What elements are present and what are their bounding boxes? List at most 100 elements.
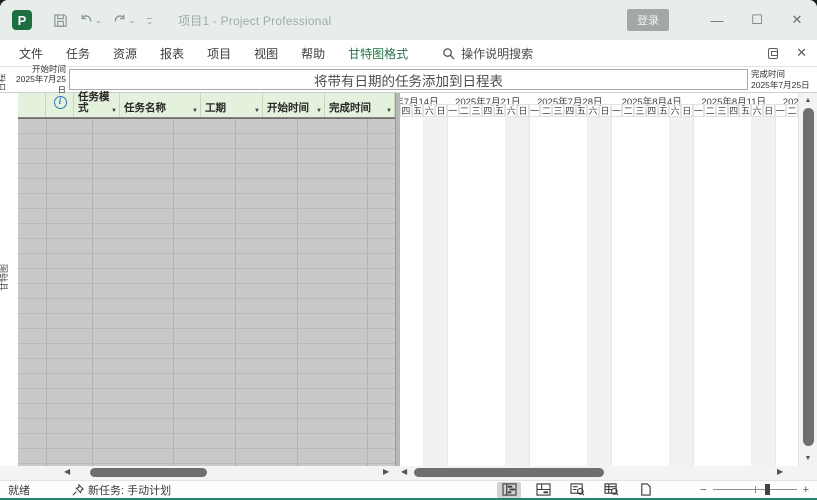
gantt-view-label: 甘特图: [0, 264, 10, 291]
ribbon-display-options-icon[interactable]: [768, 48, 778, 59]
minimize-button[interactable]: —: [697, 0, 737, 40]
week-gridline: [529, 117, 530, 466]
zoom-slider[interactable]: [713, 489, 797, 490]
ribbon-tab-3[interactable]: 报表: [150, 41, 194, 66]
new-tasks-mode-button[interactable]: 新任务: 手动计划: [72, 482, 171, 498]
day-header-cell: 六: [669, 104, 681, 116]
day-header-cell: 三: [634, 104, 646, 116]
day-header-cell: 二: [459, 104, 471, 116]
timeline-add-tasks-box[interactable]: 将带有日期的任务添加到日程表: [69, 69, 748, 90]
day-header-cell: 二: [622, 104, 634, 116]
day-header-cell: 六: [505, 104, 517, 116]
report-view-button[interactable]: [633, 482, 657, 498]
day-header-cell: 五: [576, 104, 588, 116]
day-header-cell: 三: [470, 104, 482, 116]
weekend-shading: [423, 117, 435, 466]
undo-dropdown-icon[interactable]: ⌄: [95, 16, 102, 25]
ribbon-tab-bar: 文件任务资源报表项目视图帮助甘特图格式 操作说明搜索 ✕: [0, 40, 817, 66]
table-body-grid[interactable]: [18, 118, 395, 466]
table-scroll-right-icon[interactable]: ▶: [383, 467, 389, 476]
team-planner-view-button[interactable]: [565, 482, 589, 498]
close-button[interactable]: ✕: [777, 0, 817, 40]
status-bar: 就绪 新任务: 手动计划: [0, 480, 817, 498]
scroll-down-icon[interactable]: ▼: [799, 455, 817, 462]
day-header-cell: 一: [693, 104, 705, 116]
ribbon-tab-6[interactable]: 帮助: [291, 41, 335, 66]
ribbon-tab-4[interactable]: 项目: [197, 41, 241, 66]
column-gridline: [92, 119, 93, 466]
day-header-cell: 五: [739, 104, 751, 116]
ribbon-tab-0[interactable]: 文件: [9, 41, 53, 66]
column-gridline: [297, 119, 298, 466]
row-id-header[interactable]: [18, 93, 46, 117]
zoom-in-button[interactable]: +: [803, 484, 809, 496]
ribbon-tab-5[interactable]: 视图: [244, 41, 288, 66]
chart-scroll-right-icon[interactable]: ▶: [777, 467, 783, 476]
weekend-shading: [681, 117, 693, 466]
table-scroll-thumb[interactable]: [90, 468, 207, 477]
day-header-cell: 日: [763, 104, 775, 116]
redo-dropdown-icon[interactable]: ⌄: [129, 16, 136, 25]
filter-dropdown-icon[interactable]: ▼: [192, 108, 198, 114]
day-header-cell: 四: [564, 104, 576, 116]
column-header-4[interactable]: 完成时间▼: [325, 93, 395, 117]
zoom-out-button[interactable]: −: [700, 484, 706, 496]
table-scroll-left-icon[interactable]: ◀: [64, 467, 70, 476]
day-header-cell: 一: [529, 104, 541, 116]
vertical-scrollbar[interactable]: ▲ ▼: [798, 93, 817, 466]
undo-button[interactable]: ⌄: [75, 11, 105, 30]
zoom-control: − +: [700, 484, 809, 496]
customize-toolbar-icon[interactable]: ⚊⌄: [142, 14, 156, 26]
ribbon-tab-1[interactable]: 任务: [56, 41, 100, 66]
day-header-cell: 六: [751, 104, 763, 116]
info-column-header[interactable]: i: [46, 93, 74, 117]
timeline-finish: 完成时间2025年7月25日: [751, 69, 817, 90]
day-header-cell: 四: [400, 104, 412, 116]
collapse-ribbon-icon[interactable]: ✕: [796, 45, 807, 61]
maximize-button[interactable]: ☐: [737, 0, 777, 40]
day-header-cell: 二: [540, 104, 552, 116]
title-bar: P ⌄ ⌄ ⚊⌄ 项目1 - Project Professional: [0, 0, 817, 40]
task-table: i 任务模式▼任务名称▼工期▼开始时间▼完成时间▼: [18, 93, 395, 466]
column-header-label: 开始时间: [267, 103, 309, 114]
weekend-shading: [751, 117, 763, 466]
resource-sheet-view-button[interactable]: [599, 482, 623, 498]
day-header-cell: 三: [716, 104, 728, 116]
day-header-cell: 五: [494, 104, 506, 116]
chart-week-row: 2025年7月14日2025年7月21日2025年7月28日2025年8月4日2…: [400, 93, 798, 104]
weekend-shading: [599, 117, 611, 466]
filter-dropdown-icon[interactable]: ▼: [386, 108, 392, 114]
column-header-1[interactable]: 任务名称 ▼: [120, 93, 201, 117]
zoom-slider-handle[interactable]: [765, 484, 770, 495]
column-header-2[interactable]: 工期▼: [201, 93, 263, 117]
tell-me-search[interactable]: 操作说明搜索: [442, 45, 533, 62]
day-header-cell: 五: [412, 104, 424, 116]
chart-scroll-thumb[interactable]: [414, 468, 604, 477]
search-label: 操作说明搜索: [461, 45, 533, 62]
week-gridline: [775, 117, 776, 466]
redo-button[interactable]: ⌄: [109, 11, 139, 30]
ribbon-tab-7[interactable]: 甘特图格式: [338, 41, 418, 66]
gantt-chart-area[interactable]: 2025年7月14日2025年7月21日2025年7月28日2025年8月4日2…: [400, 93, 798, 466]
column-header-0[interactable]: 任务模式▼: [74, 93, 120, 117]
table-header-row: i 任务模式▼任务名称▼工期▼开始时间▼完成时间▼: [18, 93, 395, 118]
chart-scroll-left-icon[interactable]: ◀: [401, 467, 407, 476]
chart-timescale: 2025年7月14日2025年7月21日2025年7月28日2025年8月4日2…: [400, 93, 798, 117]
signin-button[interactable]: 登录: [627, 9, 669, 31]
ribbon-tab-2[interactable]: 资源: [103, 41, 147, 66]
gantt-chart-view-button[interactable]: [497, 482, 521, 498]
weekend-shading: [517, 117, 529, 466]
quick-access-toolbar: ⌄ ⌄ ⚊⌄: [50, 11, 156, 30]
weekend-shading: [587, 117, 599, 466]
day-header-cell: 三: [552, 104, 564, 116]
column-header-label: 任务名称: [124, 103, 166, 114]
save-icon[interactable]: [50, 11, 71, 30]
column-header-3[interactable]: 开始时间 ▼: [263, 93, 325, 117]
filter-dropdown-icon[interactable]: ▼: [111, 108, 117, 114]
chart-body[interactable]: [400, 117, 798, 466]
scroll-up-icon[interactable]: ▲: [799, 97, 817, 104]
vertical-scroll-thumb[interactable]: [803, 108, 814, 446]
filter-dropdown-icon[interactable]: ▼: [254, 108, 260, 114]
task-usage-view-button[interactable]: [531, 482, 555, 498]
filter-dropdown-icon[interactable]: ▼: [316, 108, 322, 114]
